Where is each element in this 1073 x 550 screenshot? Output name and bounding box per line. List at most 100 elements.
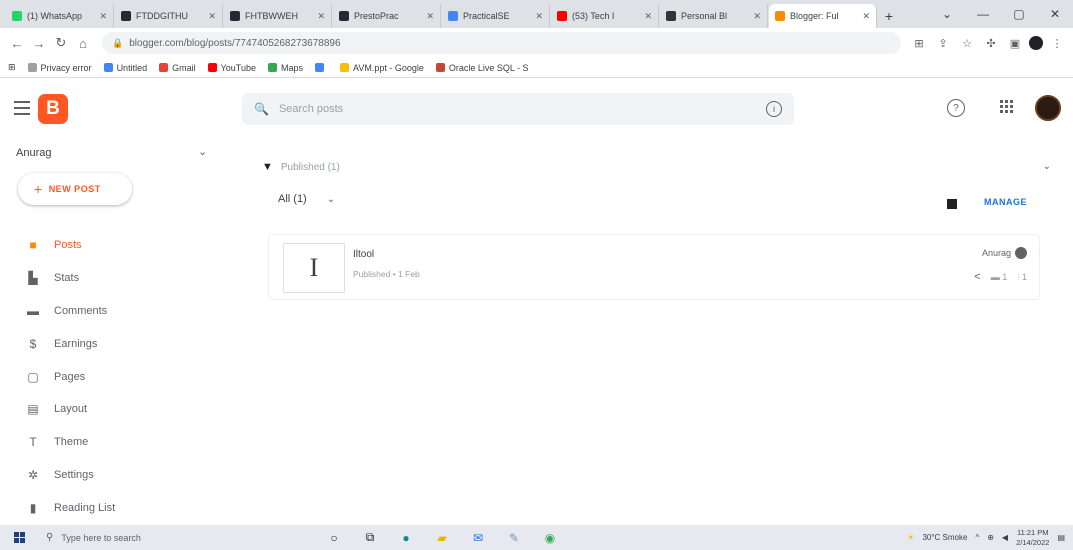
notepad-icon[interactable]: ✎ (506, 530, 522, 546)
sidebar-item-label: Theme (54, 436, 89, 449)
account-avatar[interactable] (1035, 95, 1061, 121)
bookmark-item[interactable]: YouTube (207, 63, 256, 73)
file-explorer-icon[interactable]: ▰ (434, 530, 450, 546)
new-tab-button[interactable]: + (878, 4, 900, 28)
sidebar-nav: ■ Posts ▙ Stats ▬ Comments $ Earnings ▢ Pages ▤ Lay… (0, 229, 232, 524)
bookmark-favicon-icon (207, 63, 217, 72)
bookmarks-bar: ⊞ Privacy error Untitled Gmail YouTube Maps A… (0, 58, 1073, 78)
browser-tab[interactable]: Blogger: Ful ✕ (769, 4, 877, 28)
sidebar-item-label: Stats (54, 272, 80, 285)
cortana-icon[interactable]: ○ (326, 530, 342, 546)
help-icon[interactable]: ? (947, 99, 965, 117)
blogger-logo[interactable]: B (38, 94, 68, 124)
bookmark-item[interactable]: Maps (267, 63, 303, 73)
mail-icon[interactable]: ✉ (470, 530, 486, 546)
sidebar-item-stats[interactable]: ▙ Stats (0, 262, 232, 295)
published-section-header[interactable]: ▼ Published (1) (262, 161, 340, 173)
notifications-icon[interactable]: ▤ (1057, 533, 1065, 542)
bookmark-item[interactable] (314, 63, 328, 72)
tab-label: Personal Bl (681, 11, 728, 21)
tab-close-icon[interactable]: ✕ (644, 11, 652, 22)
post-stats: < ▬ 1 ⫶ 1 (974, 271, 1027, 283)
bookmark-item[interactable]: Privacy error (27, 63, 92, 73)
collapse-chevron-down-icon[interactable]: ⌄ (1043, 161, 1051, 172)
task-view-icon[interactable]: ⧉ (362, 530, 378, 546)
post-filter-dropdown[interactable]: All (1) ⌄ (278, 193, 335, 205)
theme-icon: T (29, 435, 37, 450)
url-input[interactable]: 🔒 blogger.com/blog/posts/774740526827367… (102, 32, 901, 54)
bookmark-item[interactable]: Untitled (103, 63, 147, 73)
sidebar-item-comments[interactable]: ▬ Comments (0, 295, 232, 328)
post-title[interactable]: Iltool (353, 249, 374, 260)
browser-tab[interactable]: PracticalSE ✕ (442, 4, 550, 28)
home-icon[interactable]: ⌂ (72, 32, 94, 54)
label-icon[interactable] (947, 199, 957, 209)
tab-close-icon[interactable]: ✕ (862, 11, 870, 22)
forward-icon[interactable]: → (28, 32, 50, 54)
tab-search-icon[interactable]: ⌄ (929, 0, 965, 28)
new-post-button[interactable]: + NEW POST (18, 173, 132, 205)
sidebar-item-layout[interactable]: ▤ Layout (0, 393, 232, 426)
start-button[interactable] (0, 525, 38, 550)
tab-close-icon[interactable]: ✕ (208, 11, 216, 22)
post-row[interactable]: I Iltool Published • 1 Feb Anurag < ▬ 1 … (268, 234, 1040, 300)
main-menu-icon[interactable] (14, 101, 30, 115)
sidebar-item-pages[interactable]: ▢ Pages (0, 360, 232, 393)
share-icon[interactable]: < (974, 271, 980, 283)
bookmark-star-icon[interactable]: ☆ (957, 33, 977, 53)
tray-overflow-icon[interactable]: ^ (975, 533, 979, 542)
tab-close-icon[interactable]: ✕ (753, 11, 761, 22)
tab-close-icon[interactable]: ✕ (535, 11, 543, 22)
browser-tab[interactable]: (1) WhatsApp ✕ (6, 4, 114, 28)
taskbar-search-input[interactable]: ⚲ Type here to search (38, 525, 270, 550)
chrome-icon[interactable]: ◉ (542, 530, 558, 546)
sidebar-item-theme[interactable]: T Theme (0, 426, 232, 459)
search-info-icon[interactable]: i (766, 101, 782, 117)
minimize-button[interactable]: — (965, 0, 1001, 28)
bookmark-label: Gmail (172, 62, 196, 73)
tab-close-icon[interactable]: ✕ (426, 11, 434, 22)
network-icon[interactable]: ⊕ (987, 533, 994, 542)
edge-icon[interactable]: ● (398, 530, 414, 546)
comment-count-value: 1 (1002, 272, 1008, 282)
clock[interactable]: 11:21 PM 2/14/2022 (1016, 528, 1049, 548)
browser-tab[interactable]: FHTBWWEH ✕ (224, 4, 332, 28)
reading-mode-icon[interactable]: ▣ (1005, 33, 1025, 53)
weather-text[interactable]: 30°C Smoke (922, 533, 967, 542)
sidebar-item-posts[interactable]: ■ Posts (0, 229, 232, 262)
browser-tab[interactable]: (53) Tech I ✕ (551, 4, 659, 28)
tab-close-icon[interactable]: ✕ (99, 11, 107, 22)
profile-avatar-icon[interactable] (1029, 36, 1043, 50)
view-count-value: 1 (1021, 271, 1027, 282)
search-posts-input[interactable]: 🔍 Search posts i (242, 93, 794, 125)
reload-icon[interactable]: ↻ (50, 32, 72, 54)
tab-label: PracticalSE (463, 11, 510, 21)
close-window-button[interactable]: ✕ (1037, 0, 1073, 28)
browser-tab[interactable]: FTDDGITHU ✕ (115, 4, 223, 28)
manage-button[interactable]: MANAGE (984, 197, 1027, 207)
tab-close-icon[interactable]: ✕ (317, 11, 325, 22)
browser-tab[interactable]: Personal Bl ✕ (660, 4, 768, 28)
bookmark-item[interactable]: Oracle Live SQL - S (435, 63, 529, 73)
maximize-button[interactable]: ▢ (1001, 0, 1037, 28)
blog-switcher-chevron-down-icon[interactable]: ⌄ (198, 145, 207, 158)
sidebar-item-label: Settings (54, 468, 94, 481)
tab-label: FHTBWWEH (245, 11, 298, 21)
sidebar-item-earnings[interactable]: $ Earnings (0, 327, 232, 360)
lock-icon: 🔒 (112, 37, 124, 48)
back-icon[interactable]: ← (6, 32, 28, 54)
share-icon[interactable]: ⇪ (933, 33, 953, 53)
layout-icon: ▤ (27, 402, 39, 417)
apps-grid-icon[interactable]: ⊞ (8, 62, 16, 73)
bookmark-item[interactable]: AVM.ppt - Google (339, 63, 424, 73)
sidebar-item-reading-list[interactable]: ▮ Reading List (0, 491, 232, 524)
browser-tab[interactable]: PrestoPrac ✕ (333, 4, 441, 28)
menu-dots-icon[interactable]: ⋮ (1047, 33, 1067, 53)
sidebar: Anurag ⌄ + NEW POST ■ Posts ▙ Stats ▬ Comment… (0, 143, 232, 515)
sidebar-item-settings[interactable]: ✲ Settings (0, 459, 232, 492)
google-apps-icon[interactable] (1000, 100, 1014, 114)
bookmark-item[interactable]: Gmail (159, 63, 196, 73)
extensions-icon[interactable]: ✣ (981, 33, 1001, 53)
translate-icon[interactable]: ⊞ (909, 33, 929, 53)
volume-icon[interactable]: ◀ (1002, 533, 1008, 542)
